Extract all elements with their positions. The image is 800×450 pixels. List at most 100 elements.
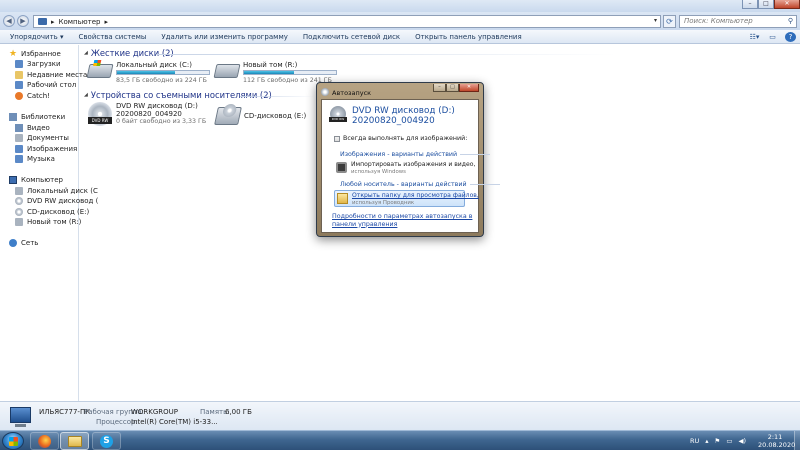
- uninstall-program-button[interactable]: Удалить или изменить программу: [161, 33, 287, 41]
- nav-local-disk[interactable]: Локальный диск (С: [15, 187, 98, 195]
- nav-label: Изображения: [27, 145, 78, 153]
- drive-name: Локальный диск (C:): [116, 61, 192, 69]
- autoplay-dialog: Автозапуск – □ ✕ DVD RW DVD RW дисковод …: [316, 82, 500, 237]
- map-network-drive-button[interactable]: Подключить сетевой диск: [303, 33, 400, 41]
- checkbox-box[interactable]: [334, 135, 340, 142]
- dvd-icon: [15, 197, 23, 205]
- taskbar-firefox[interactable]: [30, 432, 59, 450]
- desktop-icon: [15, 81, 23, 89]
- show-desktop-button[interactable]: [794, 431, 800, 450]
- nav-documents[interactable]: Документы: [15, 134, 69, 142]
- close-button[interactable]: ✕: [774, 0, 800, 9]
- open-control-panel-button[interactable]: Открыть панель управления: [415, 33, 521, 41]
- refresh-button[interactable]: ⟳: [663, 15, 676, 28]
- drive-c[interactable]: Локальный диск (C:) 83,5 ГБ свободно из …: [86, 61, 218, 87]
- nav-label: Локальный диск (С: [27, 187, 98, 195]
- action-center-icon[interactable]: ⚑: [715, 437, 721, 445]
- language-indicator[interactable]: RU: [690, 437, 699, 445]
- drive-volume-label: 20200820_004920: [116, 110, 182, 118]
- folder-icon: [337, 193, 348, 204]
- action-title: Импортировать изображения и видео,: [351, 161, 476, 168]
- clock[interactable]: 2:11 20.08.2020: [758, 433, 795, 449]
- network-tray-icon[interactable]: ▭: [726, 437, 732, 445]
- dialog-close-button[interactable]: ✕: [459, 84, 479, 92]
- workgroup-value: WORKGROUP: [131, 408, 179, 416]
- view-options-icon[interactable]: ☷▾: [749, 32, 760, 42]
- nav-music[interactable]: Музыка: [15, 155, 55, 163]
- address-bar[interactable]: ▸ Компьютер ▸ ▾: [33, 15, 661, 28]
- skype-icon: S: [100, 434, 113, 448]
- nav-images[interactable]: Изображения: [15, 145, 77, 153]
- network-icon: [9, 239, 17, 247]
- drive-free-space: 0 байт свободно из 3,33 ГБ: [116, 118, 207, 125]
- dialog-maximize-button[interactable]: □: [446, 84, 459, 92]
- section-any-media-header: Любой носитель - варианты действий: [340, 181, 500, 188]
- nav-favorites[interactable]: ★ Избранное: [9, 50, 61, 59]
- nav-label: Новый том (R:): [27, 218, 82, 226]
- nav-dvd-drive[interactable]: DVD RW дисковод (: [15, 197, 98, 205]
- organize-button[interactable]: Упорядочить ▾: [10, 33, 64, 41]
- start-button[interactable]: [2, 432, 24, 450]
- tray-expand-icon[interactable]: ▴: [705, 437, 708, 445]
- hard-drives-group-header[interactable]: ◢ Жесткие диски (2): [84, 48, 174, 58]
- dialog-body: DVD RW DVD RW дисковод (D:) 20200820_004…: [321, 99, 500, 233]
- breadcrumb-computer[interactable]: Компьютер: [59, 18, 101, 26]
- dialog-drive-heading: DVD RW дисковод (D:) 20200820_004920: [352, 106, 455, 126]
- nav-label: Компьютер: [21, 176, 63, 184]
- computer-icon: [9, 176, 17, 184]
- hard-drive-icon: [86, 64, 114, 78]
- preview-pane-icon[interactable]: ▭: [767, 32, 778, 42]
- images-icon: [15, 145, 23, 153]
- nav-downloads[interactable]: Загрузки: [15, 60, 61, 68]
- action-open-folder[interactable]: Открыть папку для просмотра файлов, испо…: [334, 190, 479, 207]
- back-button[interactable]: ◀: [3, 15, 15, 27]
- nav-video[interactable]: Видео: [15, 124, 50, 132]
- cd-icon: [15, 208, 23, 216]
- taskbar-explorer[interactable]: [60, 432, 89, 450]
- section-images-header: Изображения - варианты действий: [340, 151, 491, 158]
- section-divider: [460, 154, 491, 155]
- nav-label: Сеть: [21, 239, 39, 247]
- collapse-triangle-icon: ◢: [84, 92, 88, 98]
- group-title: Жесткие диски (2): [90, 48, 174, 58]
- minimize-button[interactable]: –: [742, 0, 758, 9]
- help-icon[interactable]: ?: [785, 32, 796, 42]
- drive-name: CD-дисковод (E:): [244, 112, 307, 120]
- always-do-checkbox[interactable]: Всегда выполнять для изображений:: [334, 135, 467, 142]
- search-input[interactable]: Поиск: Компьютер ⚲: [679, 15, 797, 28]
- nav-libraries[interactable]: Библиотеки: [9, 113, 65, 121]
- libraries-icon: [9, 113, 17, 121]
- autoplay-icon: [321, 88, 329, 96]
- catch-icon: [15, 92, 23, 100]
- hard-drive-icon: [15, 218, 23, 226]
- music-icon: [15, 155, 23, 163]
- nav-label: DVD RW дисковод (: [27, 197, 99, 205]
- volume-icon[interactable]: ◀): [739, 437, 747, 445]
- drive-dvd[interactable]: DVD RW DVD RW дисковод (D:) 20200820_004…: [88, 102, 213, 130]
- autoplay-settings-link[interactable]: Подробности о параметрах автозапуска в п…: [332, 213, 474, 228]
- nav-catch[interactable]: Catch!: [15, 92, 50, 100]
- nav-label: Избранное: [21, 50, 61, 58]
- nav-desktop[interactable]: Рабочий стол: [15, 81, 76, 89]
- nav-computer[interactable]: Компьютер: [9, 176, 63, 184]
- nav-network[interactable]: Сеть: [9, 239, 38, 247]
- system-properties-button[interactable]: Свойства системы: [79, 33, 147, 41]
- removable-group-header[interactable]: ◢ Устройства со съемными носителями (2): [84, 90, 272, 100]
- drive-name: Новый том (R:): [243, 61, 298, 69]
- drive-cd[interactable]: CD-дисковод (E:): [214, 106, 316, 130]
- nav-new-volume[interactable]: Новый том (R:): [15, 218, 81, 226]
- drive-name: DVD RW дисковод (D:): [116, 102, 198, 110]
- forward-button[interactable]: ▶: [17, 15, 29, 27]
- memory-value: 6,00 ГБ: [225, 408, 252, 416]
- dialog-minimize-button[interactable]: –: [433, 84, 446, 92]
- chevron-down-icon[interactable]: ▾: [654, 17, 657, 24]
- nav-recent-places[interactable]: Недавние места: [15, 71, 87, 79]
- maximize-button[interactable]: □: [758, 0, 774, 9]
- action-import-images[interactable]: Импортировать изображения и видео, испол…: [334, 160, 475, 177]
- search-icon[interactable]: ⚲: [788, 16, 793, 27]
- taskbar-skype[interactable]: S: [92, 432, 121, 450]
- nav-label: Документы: [27, 134, 69, 142]
- collapse-triangle-icon: ◢: [84, 50, 88, 56]
- nav-cd-drive[interactable]: CD-дисковод (E:): [15, 208, 89, 216]
- view-controls: ☷▾ ▭ ?: [749, 32, 796, 42]
